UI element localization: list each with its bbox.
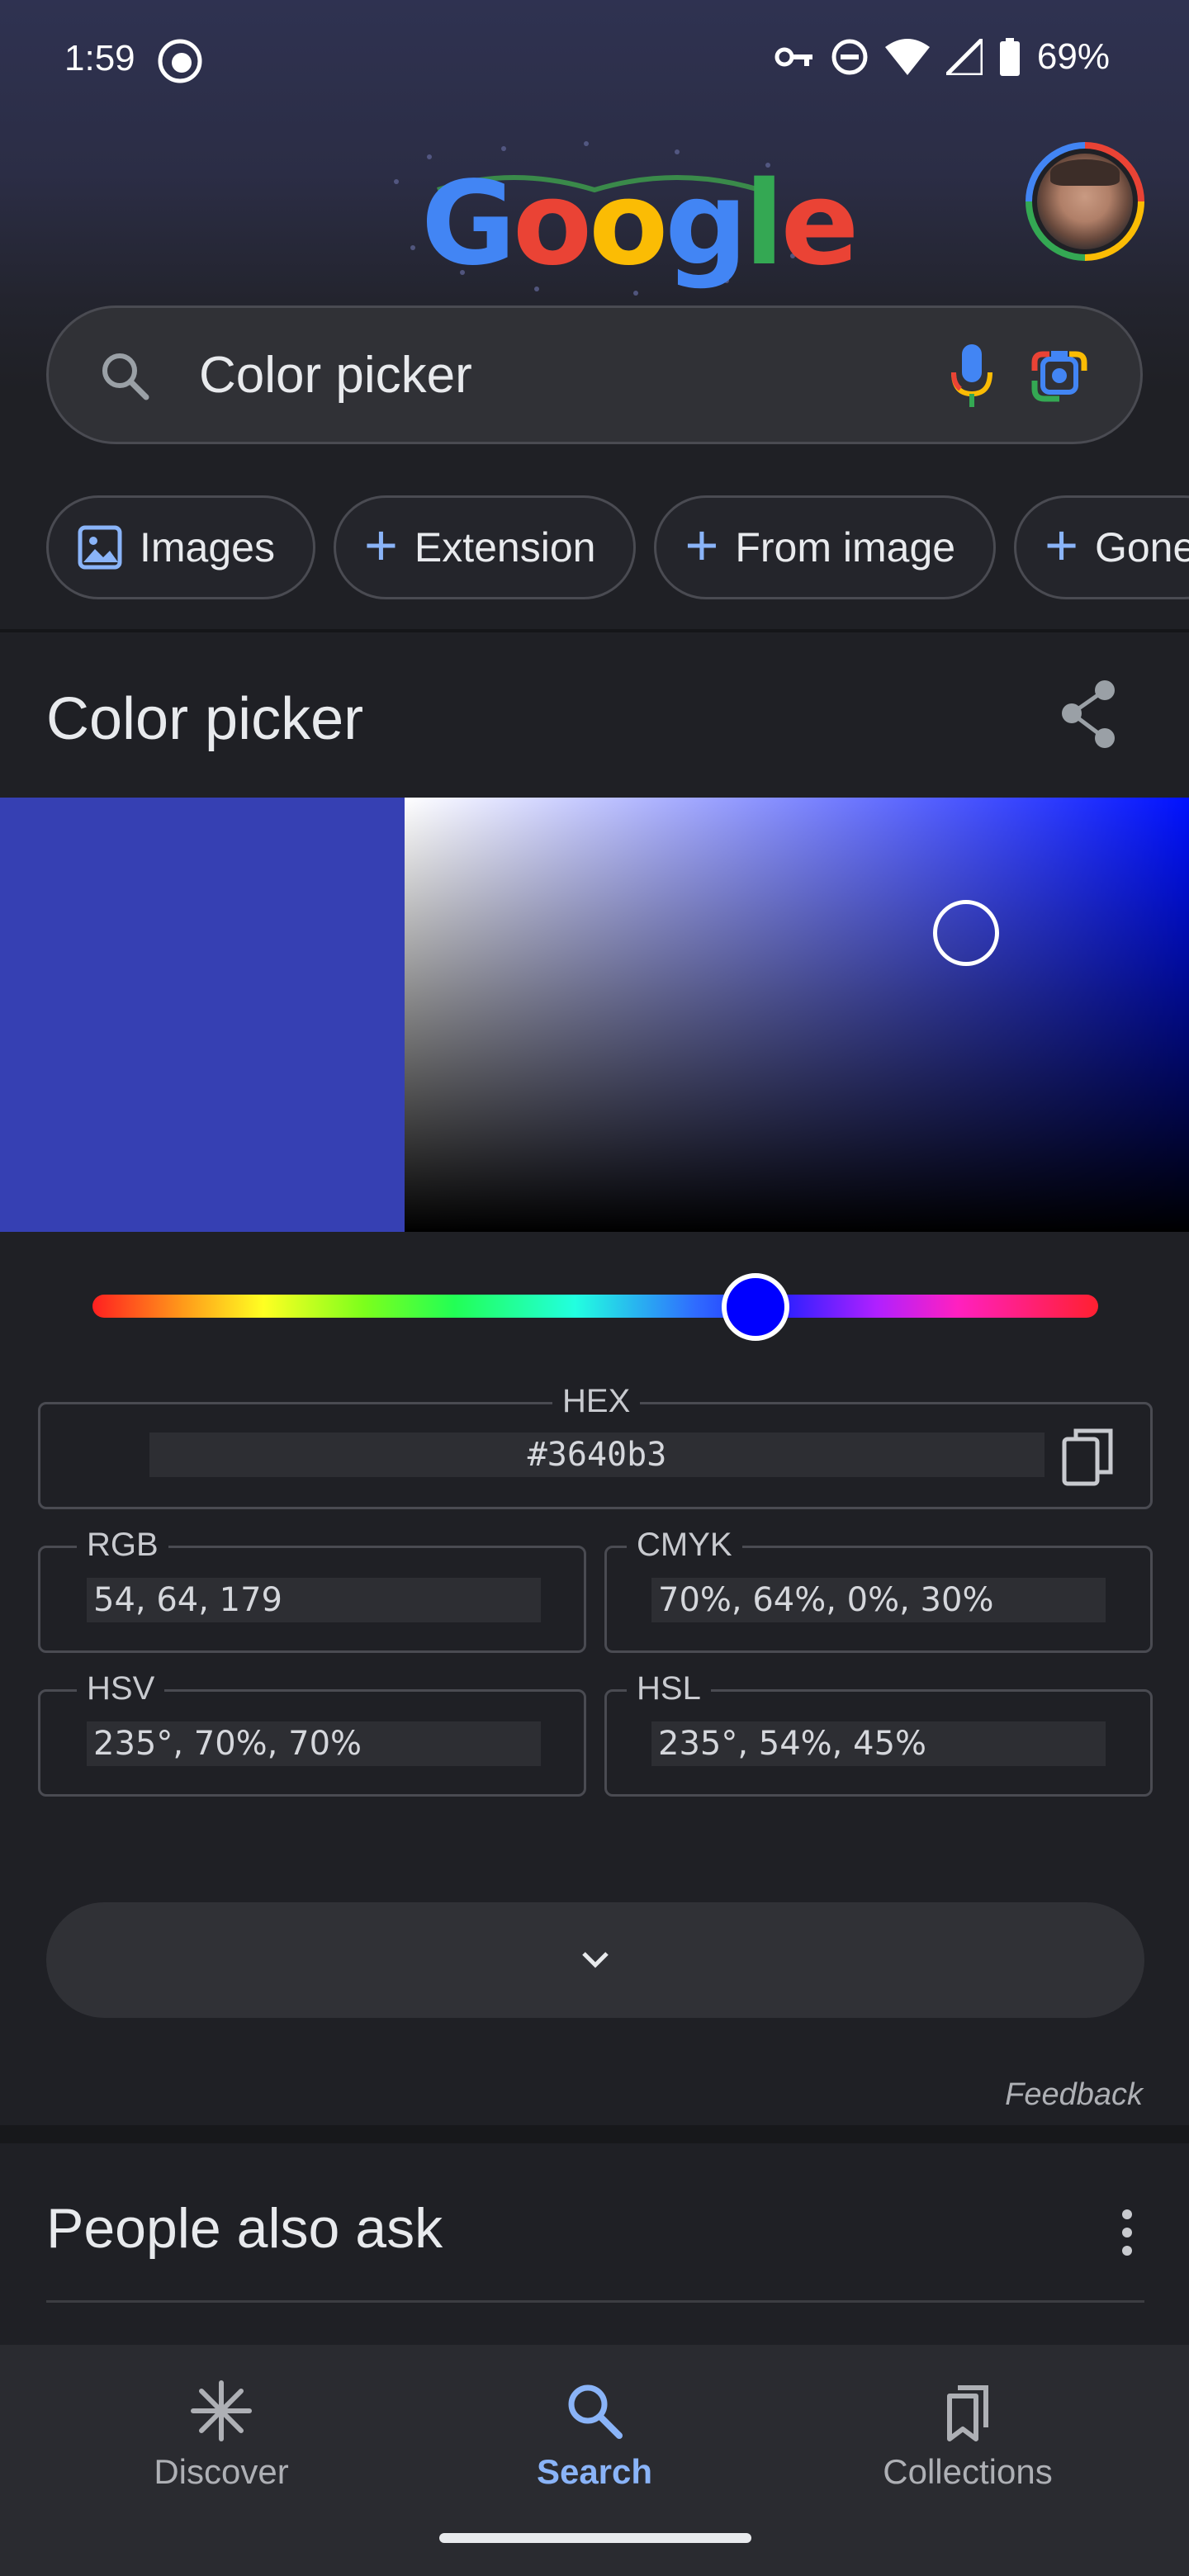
search-bar[interactable]: Color picker <box>46 305 1143 444</box>
plus-icon: + <box>685 513 719 577</box>
image-icon <box>78 525 122 570</box>
selected-color-swatch <box>0 798 405 1232</box>
people-also-ask-title: People also ask <box>46 2197 443 2260</box>
status-bar: 1:59 69% <box>0 0 1189 116</box>
google-lens-icon[interactable] <box>1028 346 1091 405</box>
nav-discover[interactable]: Discover <box>97 2378 345 2492</box>
search-filter-chips: Images + Extension + From image + Gone <box>46 495 1189 599</box>
cmyk-input[interactable]: 70%, 64%, 0%, 30% <box>651 1578 1106 1622</box>
hsl-input[interactable]: 235°, 54%, 45% <box>651 1721 1106 1766</box>
share-icon[interactable] <box>1057 677 1123 751</box>
nav-label: Collections <box>883 2452 1053 2491</box>
search-query[interactable]: Color picker <box>199 346 472 405</box>
do-not-disturb-icon <box>831 39 868 75</box>
hue-slider-handle[interactable] <box>722 1273 789 1341</box>
hsv-input[interactable]: 235°, 70%, 70% <box>87 1721 541 1766</box>
chip-images[interactable]: Images <box>46 495 315 599</box>
chip-from-image[interactable]: + From image <box>654 495 997 599</box>
hex-input[interactable]: #3640b3 <box>149 1432 1045 1477</box>
asterisk-icon <box>191 2380 252 2441</box>
cmyk-field: CMYK 70%, 64%, 0%, 30% <box>604 1527 1153 1653</box>
chip-label: Gone <box>1094 524 1189 571</box>
hex-field: HEX #3640b3 <box>38 1383 1153 1509</box>
nav-label: Discover <box>154 2452 289 2491</box>
collections-icon <box>947 2385 988 2441</box>
color-picker-header: Color picker <box>0 632 1189 798</box>
expand-button[interactable] <box>46 1902 1144 2018</box>
chip-label: Extension <box>414 524 596 571</box>
signal-icon <box>945 39 983 75</box>
battery-percent: 69% <box>1036 36 1110 77</box>
hsl-field: HSL 235°, 54%, 45% <box>604 1670 1153 1797</box>
hue-slider[interactable] <box>92 1295 1098 1318</box>
chip-label: Images <box>140 524 275 571</box>
color-picker-title: Color picker <box>46 686 364 752</box>
copy-icon[interactable] <box>1061 1428 1114 1487</box>
battery-icon <box>999 38 1020 76</box>
wifi-icon <box>884 39 930 75</box>
search-icon <box>568 2384 623 2439</box>
rgb-field: RGB 54, 64, 179 <box>38 1527 586 1653</box>
saturation-value-handle[interactable] <box>933 900 999 966</box>
app-notification-icon <box>158 39 202 83</box>
nav-collections[interactable]: Collections <box>844 2378 1092 2492</box>
google-logo[interactable]: Google <box>421 157 859 291</box>
cmyk-label: CMYK <box>627 1527 742 1564</box>
hsv-label: HSV <box>77 1670 165 1707</box>
rgb-label: RGB <box>77 1527 168 1564</box>
nav-search[interactable]: Search <box>471 2378 718 2492</box>
plus-icon: + <box>363 513 398 577</box>
chip-gone[interactable]: + Gone <box>1014 495 1189 599</box>
vpn-key-icon <box>775 47 812 67</box>
home-indicator[interactable] <box>439 2533 751 2543</box>
hsv-field: HSV 235°, 70%, 70% <box>38 1670 586 1797</box>
divider <box>46 2300 1144 2303</box>
hex-label: HEX <box>552 1383 641 1420</box>
status-time: 1:59 <box>64 38 135 78</box>
saturation-value-picker[interactable] <box>405 798 1189 1232</box>
section-separator <box>0 2125 1189 2143</box>
search-icon <box>102 353 149 400</box>
chip-label: From image <box>735 524 956 571</box>
more-options-icon[interactable] <box>1121 2208 1133 2257</box>
chevron-down-icon <box>582 1952 609 1968</box>
chip-extension[interactable]: + Extension <box>333 495 637 599</box>
account-avatar[interactable] <box>1026 142 1144 261</box>
nav-label: Search <box>536 2452 653 2491</box>
plus-icon: + <box>1045 513 1078 577</box>
feedback-link[interactable]: Feedback <box>1005 2077 1143 2113</box>
rgb-input[interactable]: 54, 64, 179 <box>87 1578 541 1622</box>
hsl-label: HSL <box>627 1670 711 1707</box>
voice-search-icon[interactable] <box>947 343 997 409</box>
